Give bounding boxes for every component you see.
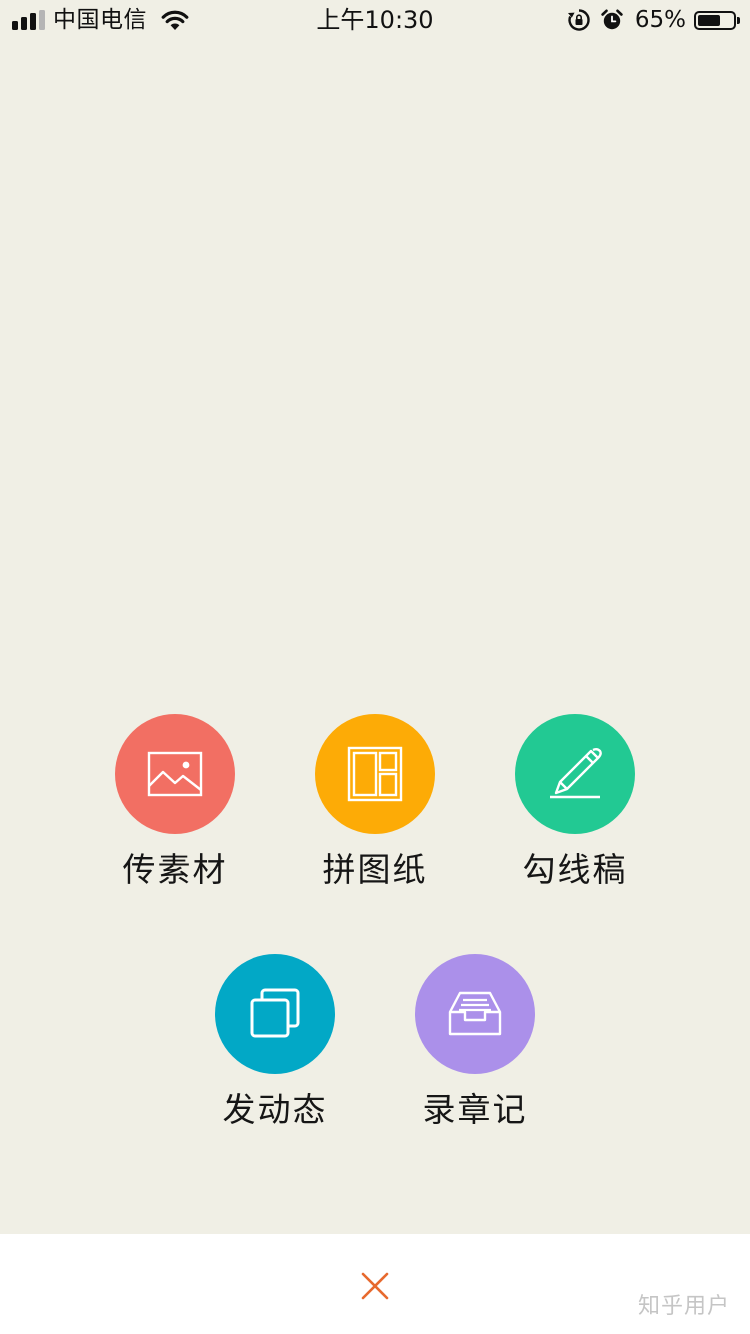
rotation-lock-icon — [567, 9, 590, 31]
status-bar: 中国电信 上午10:30 65% — [0, 0, 750, 40]
record-chapter-circle[interactable] — [415, 954, 535, 1074]
bottom-bar: 知乎用户 — [0, 1234, 750, 1334]
sketch-button[interactable]: 勾线稿 — [495, 714, 655, 904]
watermark: 知乎用户 — [637, 1294, 730, 1319]
upload-material-button[interactable]: 传素材 — [95, 714, 255, 904]
close-button[interactable] — [355, 1266, 395, 1306]
collage-circle[interactable] — [315, 714, 435, 834]
collage-layout-icon — [347, 746, 403, 802]
alarm-icon — [601, 9, 623, 30]
collage-button[interactable]: 拼图纸 — [295, 714, 455, 904]
battery-icon — [694, 10, 740, 30]
close-icon — [361, 1272, 389, 1300]
post-update-circle[interactable] — [215, 954, 335, 1074]
sketch-circle[interactable] — [515, 714, 635, 834]
inbox-tray-icon — [448, 991, 502, 1036]
post-update-button[interactable]: 发动态 — [195, 954, 355, 1144]
upload-material-label: 传素材 — [122, 850, 228, 889]
upload-material-circle[interactable] — [115, 714, 235, 834]
battery-level-fill — [698, 14, 720, 26]
status-bar-right: 65% — [567, 6, 740, 34]
record-chapter-button[interactable]: 录章记 — [395, 954, 555, 1144]
collage-label: 拼图纸 — [322, 850, 428, 889]
record-chapter-label: 录章记 — [422, 1090, 528, 1129]
pen-icon — [550, 748, 602, 799]
battery-tip — [737, 16, 740, 24]
image-icon — [147, 751, 203, 797]
copy-stack-icon — [250, 988, 300, 1038]
post-update-label: 发动态 — [222, 1090, 328, 1129]
battery-percent: 65% — [634, 7, 686, 33]
sketch-label: 勾线稿 — [522, 850, 628, 889]
